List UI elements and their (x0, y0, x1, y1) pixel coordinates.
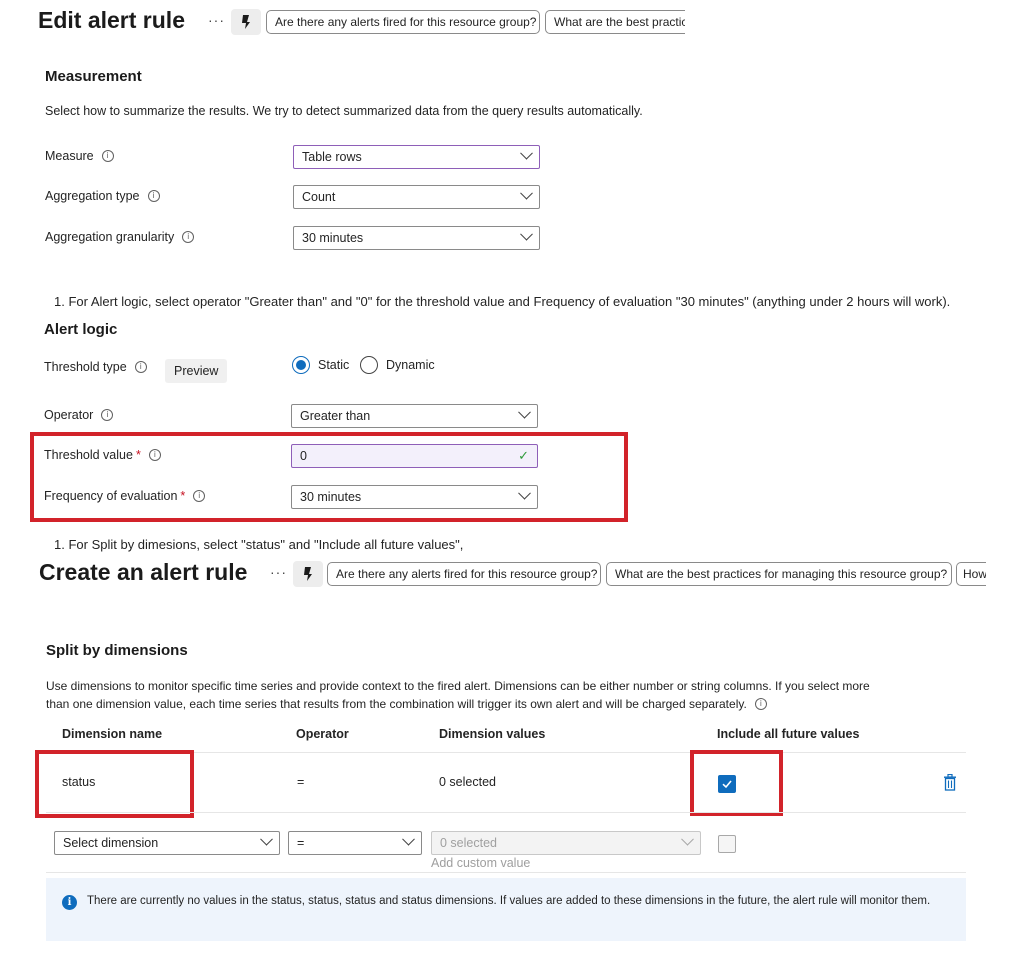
new-operator-value: = (297, 836, 305, 850)
threshold-type-label: Threshold type i (44, 360, 147, 374)
chevron-down-icon (520, 227, 533, 241)
dimension-values-cell: 0 selected (439, 775, 496, 789)
new-operator-dropdown[interactable]: = (288, 831, 422, 855)
operator-dropdown[interactable]: Greater than (291, 404, 538, 428)
copilot-icon (304, 567, 312, 581)
measure-label-text: Measure (45, 149, 94, 163)
aggregation-type-value: Count (302, 190, 336, 204)
column-header-include-future: Include all future values (717, 727, 860, 741)
select-dimension-placeholder: Select dimension (63, 836, 159, 850)
info-icon: i (62, 895, 77, 910)
split-heading: Split by dimensions (46, 642, 188, 659)
radio-static-button[interactable] (292, 356, 310, 374)
frequency-dropdown[interactable]: 30 minutes (291, 485, 538, 509)
aggregation-type-label-text: Aggregation type (45, 189, 140, 203)
instruction-split: 1. For Split by dimesions, select "statu… (54, 537, 464, 552)
measure-value: Table rows (302, 150, 362, 164)
suggestion-chip-how[interactable]: How (956, 562, 986, 586)
chevron-down-icon (260, 832, 273, 846)
operator-value: Greater than (300, 409, 371, 423)
threshold-value-text: 0 (300, 449, 307, 463)
new-dimension-values-placeholder: 0 selected (440, 836, 497, 850)
add-custom-value-link[interactable]: Add custom value (431, 856, 530, 870)
split-description-line1: Use dimensions to monitor specific time … (46, 679, 870, 693)
radio-static-label: Static (318, 358, 350, 372)
radio-dynamic-button[interactable] (360, 356, 378, 374)
operator-label-text: Operator (44, 408, 94, 422)
measure-label: Measure i (45, 149, 114, 163)
frequency-label: Frequency of evaluation * i (44, 489, 206, 503)
aggregation-granularity-value: 30 minutes (302, 231, 364, 245)
measurement-heading: Measurement (45, 68, 142, 85)
chevron-down-icon (518, 486, 531, 500)
divider (46, 872, 966, 873)
chevron-down-icon (520, 146, 533, 160)
radio-dynamic[interactable]: Dynamic (360, 356, 435, 374)
select-dimension-dropdown[interactable]: Select dimension (54, 831, 280, 855)
delete-row-button[interactable] (943, 773, 957, 794)
threshold-value-label: Threshold value * i (44, 448, 161, 462)
info-icon[interactable]: i (147, 190, 160, 202)
threshold-value-label-text: Threshold value (44, 448, 133, 462)
column-header-operator: Operator (296, 727, 349, 741)
threshold-type-label-text: Threshold type (44, 360, 127, 374)
measure-dropdown[interactable]: Table rows (293, 145, 540, 169)
info-icon[interactable]: i (754, 698, 767, 710)
highlight-box-status (35, 750, 194, 818)
highlight-box-include-future (690, 750, 783, 816)
info-banner-text: There are currently no values in the sta… (87, 895, 931, 907)
more-options-button[interactable]: ··· (270, 564, 287, 580)
trash-icon (944, 773, 956, 791)
info-icon[interactable]: i (134, 361, 147, 373)
instruction-alert-logic: 1. For Alert logic, select operator "Gre… (54, 294, 951, 309)
preview-badge: Preview (165, 359, 228, 383)
new-include-future-checkbox[interactable] (718, 835, 736, 853)
suggestion-chip-best-practices[interactable]: What are the best practic (545, 10, 685, 34)
copilot-button[interactable] (231, 9, 261, 35)
threshold-value-input[interactable]: 0 ✓ (291, 444, 538, 468)
chevron-down-icon (518, 405, 531, 419)
aggregation-granularity-dropdown[interactable]: 30 minutes (293, 226, 540, 250)
radio-static[interactable]: Static (292, 356, 349, 374)
copilot-button[interactable] (293, 561, 323, 587)
info-icon[interactable]: i (182, 231, 195, 243)
chevron-down-icon (520, 186, 533, 200)
required-mark: * (180, 489, 186, 503)
suggestion-chip-best-practices[interactable]: What are the best practices for managing… (606, 562, 952, 586)
chevron-down-icon (681, 832, 694, 846)
column-header-dimension-values: Dimension values (439, 727, 546, 741)
divider (46, 812, 966, 813)
info-banner: i There are currently no values in the s… (46, 878, 966, 941)
suggestion-chip-alerts-fired[interactable]: Are there any alerts fired for this reso… (266, 10, 540, 34)
copilot-icon (242, 15, 250, 29)
more-options-button[interactable]: ··· (208, 12, 225, 28)
create-page-title: Create an alert rule (39, 559, 248, 585)
column-header-dimension-name: Dimension name (62, 727, 163, 741)
frequency-value: 30 minutes (300, 490, 362, 504)
page-title: Edit alert rule (38, 7, 185, 33)
frequency-label-text: Frequency of evaluation (44, 489, 178, 503)
info-icon[interactable]: i (148, 449, 161, 461)
chevron-down-icon (402, 832, 415, 846)
info-icon[interactable]: i (101, 409, 114, 421)
required-mark: * (135, 448, 141, 462)
radio-dynamic-label: Dynamic (386, 358, 435, 372)
aggregation-granularity-label: Aggregation granularity i (45, 230, 195, 244)
info-icon[interactable]: i (193, 490, 206, 502)
aggregation-granularity-label-text: Aggregation granularity (45, 230, 175, 244)
split-description-line2: than one dimension value, each time seri… (46, 697, 747, 711)
alert-logic-heading: Alert logic (44, 321, 118, 338)
new-dimension-values-dropdown[interactable]: 0 selected (431, 831, 701, 855)
operator-label: Operator i (44, 408, 114, 422)
split-description-line2-row: than one dimension value, each time seri… (46, 697, 767, 711)
suggestion-chip-alerts-fired[interactable]: Are there any alerts fired for this reso… (327, 562, 601, 586)
aggregation-type-label: Aggregation type i (45, 189, 160, 203)
checkmark-icon: ✓ (518, 448, 529, 463)
operator-cell: = (297, 775, 305, 789)
measurement-description: Select how to summarize the results. We … (45, 104, 643, 118)
info-icon[interactable]: i (101, 150, 114, 162)
aggregation-type-dropdown[interactable]: Count (293, 185, 540, 209)
